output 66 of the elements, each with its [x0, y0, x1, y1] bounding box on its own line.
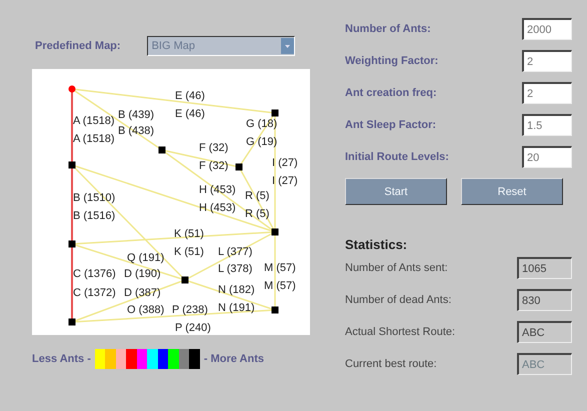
edge-label: B (1510) — [73, 192, 116, 205]
parameter-label: Ant creation freq: — [345, 87, 437, 99]
route-node — [272, 110, 278, 116]
route-node — [68, 162, 76, 168]
start-node — [68, 86, 76, 92]
edge-label: E (46) — [175, 108, 205, 121]
parameter-label: Ant Sleep Factor: — [345, 119, 436, 131]
edge-label: O (388) — [127, 304, 164, 317]
edge-label: A (1518) — [73, 115, 115, 128]
parameter-label: Number of Ants: — [345, 23, 431, 35]
edge-label: F (32) — [199, 142, 228, 155]
route-node — [182, 276, 188, 284]
edge-label: K (51) — [174, 246, 204, 259]
edge-label: L (378) — [218, 263, 252, 276]
statistic-label: Number of dead Ants: — [345, 294, 452, 306]
edge-label: B (438) — [118, 125, 154, 138]
map-label: Predefined Map: — [35, 40, 121, 52]
statistic-field[interactable]: ABC — [517, 321, 572, 343]
edge-label: R (5) — [245, 208, 270, 221]
edge-label: K (51) — [174, 228, 204, 241]
route-node — [272, 306, 278, 314]
parameter-field[interactable]: 20 — [522, 146, 572, 168]
edge-label: D (190) — [124, 268, 161, 281]
edge-label: M (57) — [264, 262, 296, 275]
statistic-label: Actual Shortest Route: — [345, 326, 456, 338]
edge-label: B (439) — [118, 109, 154, 122]
edge-label: I (27) — [272, 157, 298, 170]
edge-label: G (19) — [246, 136, 278, 149]
route-node — [68, 240, 76, 248]
edge-label: E (46) — [175, 90, 205, 103]
edge-label: Q (191) — [127, 252, 164, 265]
edge-label: A (1518) — [73, 133, 115, 146]
parameter-field[interactable]: 1.5 — [522, 114, 572, 136]
parameter-field[interactable]: 2 — [522, 50, 572, 72]
edge-label: P (238) — [172, 304, 208, 317]
route-node — [272, 228, 278, 236]
edge-label: M (57) — [264, 280, 296, 293]
statistic-label: Current best route: — [345, 358, 437, 370]
edge-label: D (387) — [124, 287, 161, 300]
edge-label: F (32) — [199, 160, 228, 173]
edge-label: N (182) — [218, 284, 255, 297]
edge-label: N (191) — [218, 302, 255, 315]
edge-label: H (453) — [199, 184, 236, 197]
route-node — [236, 164, 242, 170]
edge-label: G (18) — [246, 118, 278, 131]
statistic-label: Number of Ants sent: — [345, 262, 448, 274]
edge-label: H (453) — [199, 202, 236, 215]
statistic-field[interactable]: 1065 — [517, 257, 572, 279]
statistic-field[interactable]: 830 — [517, 289, 572, 311]
edge-label: P (240) — [175, 322, 211, 335]
edge-label: B (1516) — [73, 210, 116, 223]
parameter-label: Initial Route Levels: — [345, 151, 449, 163]
parameter-field[interactable]: 2 — [522, 82, 572, 104]
route-node — [68, 318, 76, 326]
edge-label: R (5) — [245, 190, 270, 203]
legend-high-label: - More Ants — [204, 353, 264, 365]
legend-low-label: Less Ants - — [32, 353, 91, 365]
edge-label: C (1376) — [73, 268, 116, 281]
edge-label: L (377) — [218, 246, 252, 259]
statistics-title: Statistics: — [345, 237, 408, 252]
edge-label: C (1372) — [73, 287, 116, 300]
route-node — [158, 146, 166, 154]
edge-label: I (27) — [272, 175, 298, 188]
parameter-field[interactable]: 2000 — [522, 18, 572, 40]
parameter-label: Weighting Factor: — [345, 55, 438, 67]
map-dropdown[interactable]: BIG Map — [146, 36, 295, 56]
